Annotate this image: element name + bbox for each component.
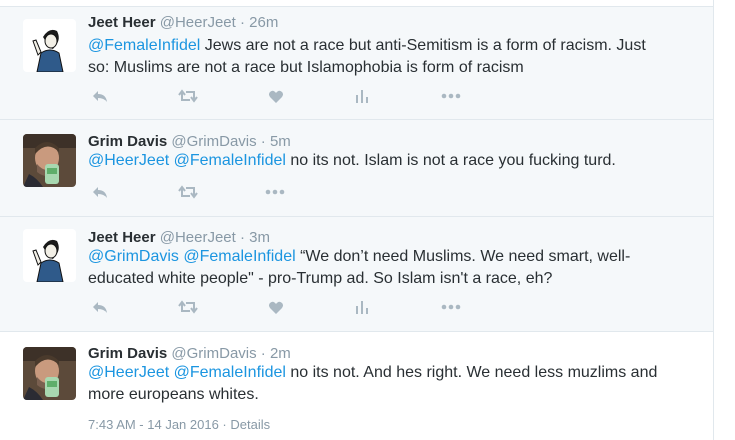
tweet-text-line: more europeans whites. xyxy=(88,386,259,403)
author-handle[interactable]: @GrimDavis xyxy=(171,345,256,362)
like-icon xyxy=(269,90,283,103)
tweet-text-line: no its not. Islam is not a race you fuck… xyxy=(285,152,616,169)
author-name[interactable]: Grim Davis xyxy=(88,345,167,362)
reply-button[interactable] xyxy=(88,182,112,202)
mention-link[interactable]: @GrimDavis xyxy=(88,248,179,265)
mention-link[interactable]: @HeerJeet xyxy=(88,364,169,381)
tweet-time[interactable]: 2m xyxy=(270,345,291,362)
tweet-actions xyxy=(88,182,488,202)
tweet-time[interactable]: 26m xyxy=(249,14,278,31)
reply-button[interactable] xyxy=(88,297,112,317)
conversation-timeline: Jeet Heer @HeerJeet · 26m @FemaleInfidel… xyxy=(0,0,714,440)
author-handle[interactable]: @HeerJeet xyxy=(160,229,236,246)
tweet-time[interactable]: 3m xyxy=(249,229,270,246)
avatar[interactable] xyxy=(23,347,76,400)
retweet-button[interactable] xyxy=(176,182,200,202)
reply-icon xyxy=(93,91,107,102)
photo-man-avatar xyxy=(23,347,76,400)
mention-link[interactable]: @HeerJeet xyxy=(88,152,169,169)
analytics-button[interactable] xyxy=(350,86,374,106)
separator: · xyxy=(235,229,250,246)
tweet-text: @FemaleInfidel Jews are not a race but a… xyxy=(88,35,688,79)
tweet-3[interactable]: Jeet Heer @HeerJeet · 3m @GrimDavis @Fem… xyxy=(0,217,713,332)
retweet-icon xyxy=(178,185,198,199)
tweet-header: Jeet Heer @HeerJeet · 3m xyxy=(88,228,270,248)
retweet-icon xyxy=(178,300,198,314)
tweet-text: @HeerJeet @FemaleInfidel no its not. And… xyxy=(88,362,688,406)
author-handle[interactable]: @HeerJeet xyxy=(160,14,236,31)
tweet-text-line: “We don’t need Muslims. We need smart, w… xyxy=(295,248,631,265)
tweet-timestamp-details[interactable]: 7:43 AM - 14 Jan 2016 · Details xyxy=(88,417,270,432)
tweet-text: @GrimDavis @FemaleInfidel “We don’t need… xyxy=(88,246,688,290)
more-button[interactable] xyxy=(439,86,463,106)
more-icon xyxy=(265,189,285,195)
retweet-button[interactable] xyxy=(176,86,200,106)
separator: · xyxy=(235,14,250,31)
tweet-text-line: Jews are not a race but anti-Semitism is… xyxy=(200,37,646,54)
tweet-header: Jeet Heer @HeerJeet · 26m xyxy=(88,13,278,33)
reply-icon xyxy=(93,187,107,198)
separator: · xyxy=(256,133,270,150)
analytics-button[interactable] xyxy=(350,297,374,317)
more-icon xyxy=(441,304,461,310)
tweet-text-line: educated white people" - pro-Trump ad. S… xyxy=(88,270,553,287)
avatar[interactable] xyxy=(23,19,76,72)
cartoon-figure-avatar xyxy=(23,19,76,72)
tweet-actions xyxy=(88,297,488,317)
tweet-text: @HeerJeet @FemaleInfidel no its not. Isl… xyxy=(88,150,688,172)
reply-button[interactable] xyxy=(88,86,112,106)
mention-link[interactable]: @FemaleInfidel xyxy=(174,364,286,381)
author-name[interactable]: Jeet Heer xyxy=(88,14,156,31)
more-button[interactable] xyxy=(263,182,287,202)
tweet-header: Grim Davis @GrimDavis · 2m xyxy=(88,344,291,364)
retweet-icon xyxy=(178,89,198,103)
author-name[interactable]: Grim Davis xyxy=(88,133,167,150)
analytics-icon xyxy=(356,301,368,314)
analytics-icon xyxy=(356,90,368,103)
author-name[interactable]: Jeet Heer xyxy=(88,229,156,246)
top-divider xyxy=(0,0,713,7)
mention-link[interactable]: @FemaleInfidel xyxy=(174,152,286,169)
mention-link[interactable]: @FemaleInfidel xyxy=(88,37,200,54)
tweet-2[interactable]: Grim Davis @GrimDavis · 5m @HeerJeet @Fe… xyxy=(0,120,713,217)
photo-man-avatar xyxy=(23,134,76,187)
tweet-text-line: so: Muslims are not a race but Islamopho… xyxy=(88,59,524,76)
more-icon xyxy=(441,93,461,99)
like-button[interactable] xyxy=(264,86,288,106)
tweet-1[interactable]: Jeet Heer @HeerJeet · 26m @FemaleInfidel… xyxy=(0,7,713,120)
tweet-4-focused[interactable]: Grim Davis @GrimDavis · 2m @HeerJeet @Fe… xyxy=(0,332,713,440)
like-icon xyxy=(269,301,283,314)
avatar[interactable] xyxy=(23,229,76,282)
tweet-header: Grim Davis @GrimDavis · 5m xyxy=(88,132,291,152)
tweet-actions xyxy=(88,86,488,106)
tweet-text-line: no its not. And hes right. We need less … xyxy=(285,364,658,381)
author-handle[interactable]: @GrimDavis xyxy=(171,133,256,150)
mention-link[interactable]: @FemaleInfidel xyxy=(183,248,295,265)
avatar[interactable] xyxy=(23,134,76,187)
more-button[interactable] xyxy=(439,297,463,317)
like-button[interactable] xyxy=(264,297,288,317)
retweet-button[interactable] xyxy=(176,297,200,317)
cartoon-figure-avatar xyxy=(23,229,76,282)
tweet-time[interactable]: 5m xyxy=(270,133,291,150)
separator: · xyxy=(256,345,270,362)
reply-icon xyxy=(93,302,107,313)
